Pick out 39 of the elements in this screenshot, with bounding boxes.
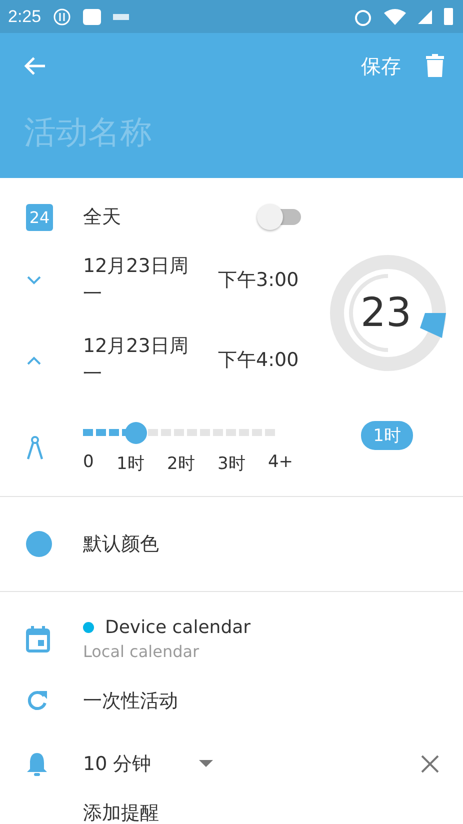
calendar-icon bbox=[26, 626, 50, 652]
all-day-switch[interactable] bbox=[257, 203, 303, 231]
repeat-icon bbox=[26, 690, 48, 712]
calendar-day-icon: 24 bbox=[26, 204, 53, 230]
chevron-down-icon[interactable] bbox=[26, 275, 42, 285]
slider-tick-label: 3时 bbox=[217, 452, 246, 474]
wifi-icon bbox=[384, 8, 406, 24]
add-reminder-link[interactable]: 添加提醒 bbox=[0, 800, 159, 824]
day-number: 23 bbox=[360, 290, 412, 336]
chevron-up-icon[interactable] bbox=[26, 355, 42, 365]
trash-icon bbox=[425, 54, 445, 78]
repeat-label[interactable]: 一次性活动 bbox=[83, 688, 178, 714]
battery-icon bbox=[444, 8, 453, 25]
bell-icon bbox=[26, 751, 48, 777]
slider-tick-label: 1时 bbox=[116, 452, 144, 474]
time-text[interactable]: 下午3:00 bbox=[218, 267, 299, 293]
date-text[interactable]: 12月23日周一 bbox=[83, 252, 203, 308]
duration-badge: 1时 bbox=[361, 420, 413, 450]
dropdown-caret-icon bbox=[199, 760, 214, 768]
color-label[interactable]: 默认颜色 bbox=[83, 531, 159, 557]
slider-tick-label: 2时 bbox=[166, 452, 195, 474]
delete-button[interactable] bbox=[425, 54, 445, 78]
compass-icon bbox=[26, 435, 44, 461]
back-arrow-icon bbox=[24, 56, 46, 76]
all-day-label: 全天 bbox=[83, 205, 121, 230]
time-text[interactable]: 下午4:00 bbox=[218, 347, 299, 373]
slider-tick-label: 0 bbox=[83, 452, 94, 474]
reminder-select[interactable]: 10 分钟 bbox=[83, 751, 214, 777]
date-text[interactable]: 12月23日周一 bbox=[83, 332, 203, 388]
app-notification-icon bbox=[83, 8, 102, 26]
color-swatch[interactable] bbox=[26, 531, 52, 557]
calendar-account: Local calendar bbox=[83, 642, 200, 661]
back-button[interactable] bbox=[24, 56, 46, 76]
close-icon bbox=[421, 755, 439, 773]
calendar-name[interactable]: Device calendar bbox=[105, 617, 251, 638]
signal-icon bbox=[418, 10, 432, 24]
slider-tick-label: 4+ bbox=[268, 452, 293, 474]
status-time: 2:25 bbox=[8, 6, 42, 26]
remove-reminder-button[interactable] bbox=[421, 755, 439, 773]
